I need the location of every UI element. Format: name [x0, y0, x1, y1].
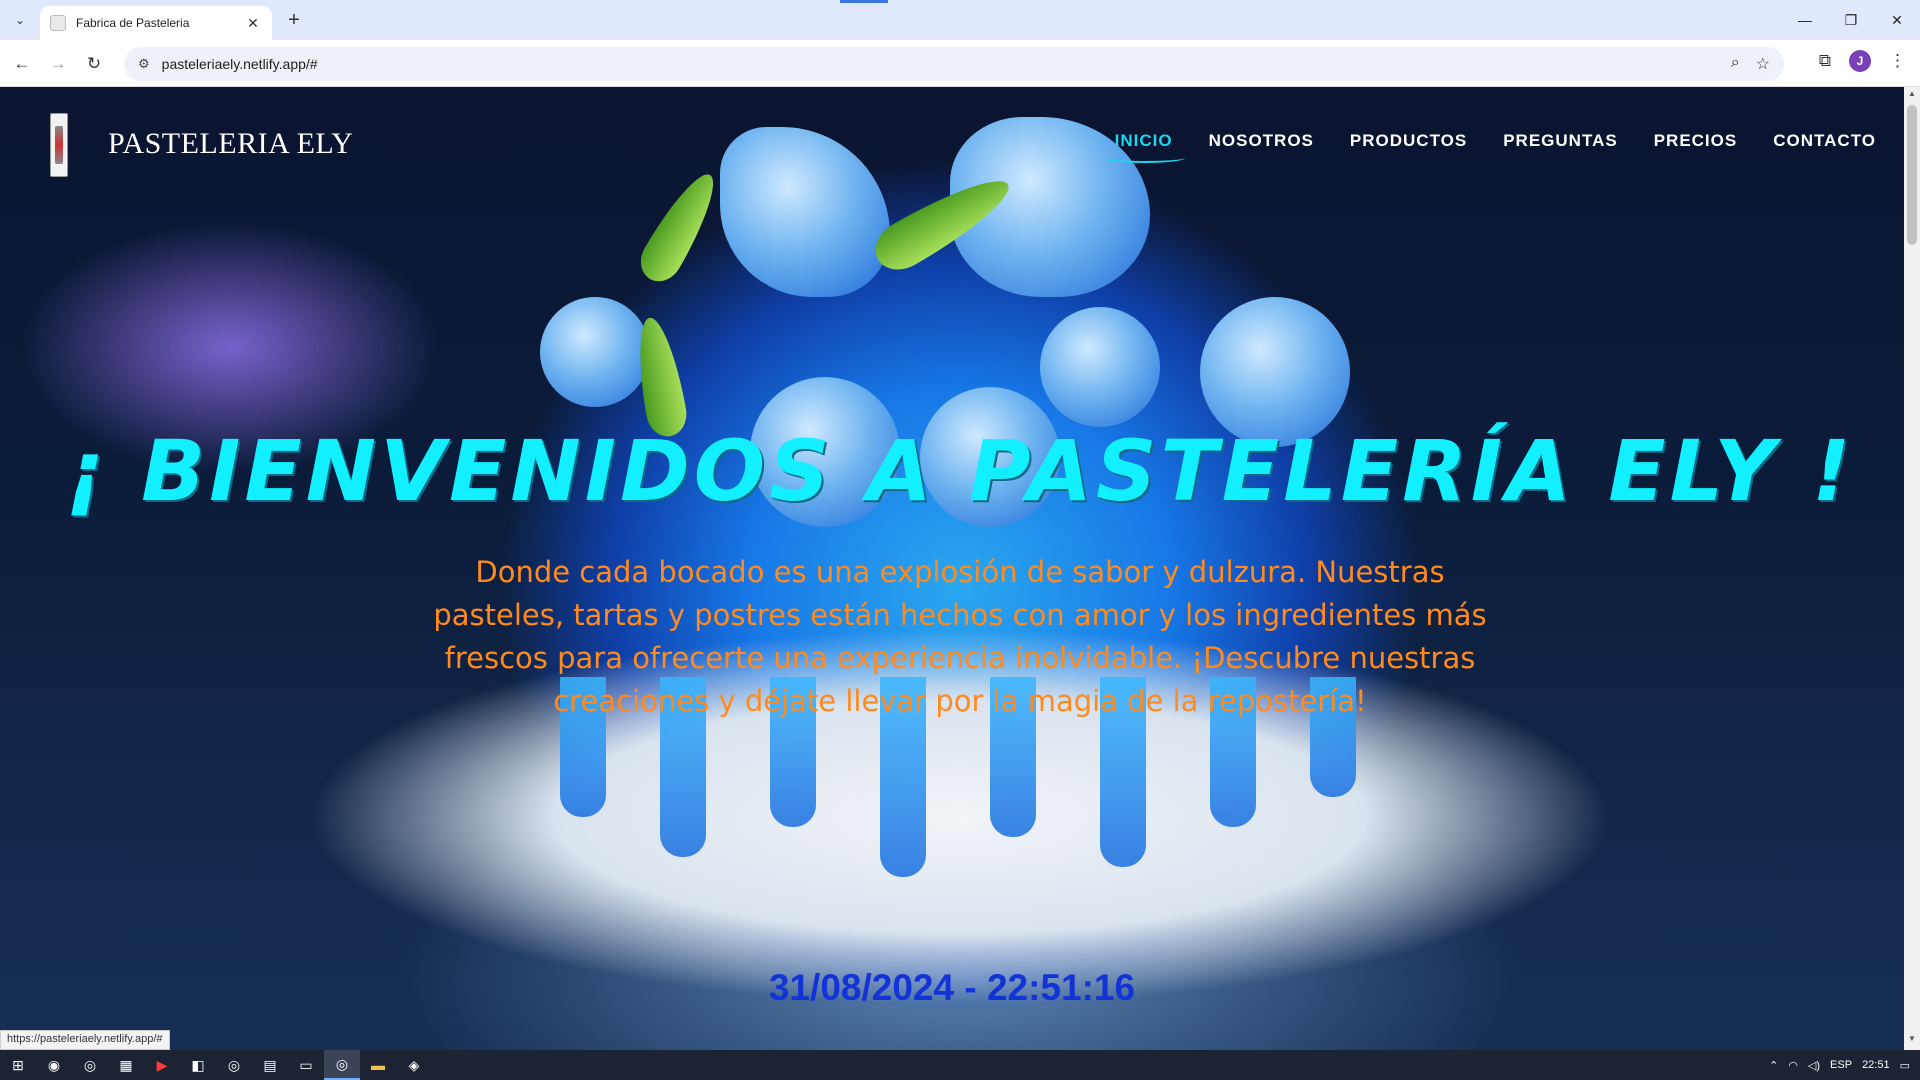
- bookmark-star-icon[interactable]: ☆: [1756, 54, 1770, 74]
- main-nav: INICIO NOSOTROS PRODUCTOS PREGUNTAS PREC…: [1102, 131, 1876, 163]
- browser-toolbar: ← → ↻ ⚙ pasteleriaely.netlify.app/# ⌕ ☆ …: [0, 40, 1920, 87]
- tab-search-icon[interactable]: ⌄: [8, 8, 32, 32]
- system-tray: ⌃ ◠ ◁) ESP 22:51 ▭: [1769, 1050, 1920, 1080]
- datetime-clock: 31/08/2024 - 22:51:16: [768, 967, 1136, 1008]
- browser-tab-strip: ⌄ Fabrica de Pasteleria ✕ + — ❐ ✕: [0, 0, 1920, 40]
- close-window-icon[interactable]: ✕: [1874, 0, 1920, 40]
- site-info-icon[interactable]: ⚙: [138, 56, 150, 72]
- remote-desktop-icon[interactable]: ▭: [288, 1050, 324, 1080]
- tab-loading-indicator: [840, 0, 888, 3]
- tab-title: Fabrica de Pasteleria: [76, 16, 190, 30]
- reload-icon[interactable]: ↻: [80, 50, 108, 78]
- nav-preguntas[interactable]: PREGUNTAS: [1503, 131, 1617, 157]
- nav-precios[interactable]: PRECIOS: [1654, 131, 1738, 157]
- edge-icon[interactable]: ◉: [36, 1050, 72, 1080]
- extensions-icon[interactable]: ⧉: [1819, 51, 1831, 71]
- favicon-icon: [50, 15, 66, 31]
- scroll-up-icon[interactable]: ▲: [1904, 89, 1920, 103]
- notifications-icon[interactable]: ▭: [1900, 1059, 1910, 1072]
- tray-clock[interactable]: 22:51: [1862, 1059, 1890, 1071]
- chrome-icon[interactable]: ◎: [72, 1050, 108, 1080]
- windows-start-icon[interactable]: ⊞: [0, 1050, 36, 1080]
- store-icon[interactable]: ▦: [108, 1050, 144, 1080]
- app-icon[interactable]: ◧: [180, 1050, 216, 1080]
- berry-decoration: [540, 297, 650, 407]
- page-viewport: PASTELERIA ELY INICIO NOSOTROS PRODUCTOS…: [0, 87, 1920, 1050]
- nav-productos[interactable]: PRODUCTOS: [1350, 131, 1467, 157]
- minimize-icon[interactable]: —: [1782, 0, 1828, 40]
- os-taskbar: ⊞ ◉ ◎ ▦ ▶ ◧ ◎ ▤ ▭ ◎ ▬ ◈ ⌃ ◠ ◁) ESP 22:51…: [0, 1050, 1920, 1080]
- hero-subtitle: Donde cada bocado es una explosión de sa…: [433, 555, 1487, 718]
- address-url[interactable]: pasteleriaely.netlify.app/#: [162, 56, 1731, 72]
- app-icon[interactable]: ◈: [396, 1050, 432, 1080]
- vertical-scrollbar[interactable]: ▲ ▼: [1904, 87, 1920, 1050]
- file-explorer-icon[interactable]: ▬: [360, 1050, 396, 1080]
- logo-figure: [55, 126, 63, 164]
- window-controls: — ❐ ✕: [1782, 0, 1920, 40]
- youtube-icon[interactable]: ▶: [144, 1050, 180, 1080]
- scrollbar-thumb[interactable]: [1907, 105, 1917, 245]
- scroll-down-icon[interactable]: ▼: [1904, 1034, 1920, 1048]
- tray-chevron-icon[interactable]: ⌃: [1769, 1059, 1778, 1072]
- browser-tab[interactable]: Fabrica de Pasteleria ✕: [40, 6, 272, 40]
- berry-decoration: [1040, 307, 1160, 427]
- calculator-icon[interactable]: ▤: [252, 1050, 288, 1080]
- chrome-active-icon[interactable]: ◎: [324, 1050, 360, 1080]
- language-indicator[interactable]: ESP: [1830, 1059, 1852, 1071]
- link-status-bar: https://pasteleriaely.netlify.app/#: [0, 1030, 170, 1050]
- profile-avatar[interactable]: J: [1849, 50, 1871, 72]
- menu-kebab-icon[interactable]: ⋮: [1889, 51, 1906, 71]
- restore-icon[interactable]: ❐: [1828, 0, 1874, 40]
- new-tab-button[interactable]: +: [282, 8, 306, 32]
- network-icon[interactable]: ◠: [1788, 1059, 1798, 1072]
- address-bar[interactable]: ⚙ pasteleriaely.netlify.app/# ⌕ ☆: [124, 47, 1784, 81]
- back-icon[interactable]: ←: [8, 50, 36, 78]
- volume-icon[interactable]: ◁): [1808, 1059, 1820, 1072]
- site-header: PASTELERIA ELY INICIO NOSOTROS PRODUCTOS…: [0, 87, 1920, 197]
- nav-inicio[interactable]: INICIO: [1102, 131, 1185, 163]
- zoom-icon[interactable]: ⌕: [1731, 54, 1740, 74]
- forward-icon[interactable]: →: [44, 50, 72, 78]
- nav-contacto[interactable]: CONTACTO: [1773, 131, 1876, 157]
- hero-title: ¡ BIENVENIDOS A PASTELERÍA ELY !: [65, 422, 1855, 520]
- site-brand[interactable]: PASTELERIA ELY: [108, 127, 353, 161]
- tab-close-icon[interactable]: ✕: [244, 15, 262, 32]
- chrome-icon[interactable]: ◎: [216, 1050, 252, 1080]
- nav-nosotros[interactable]: NOSOTROS: [1209, 131, 1314, 157]
- site-logo[interactable]: [50, 113, 68, 177]
